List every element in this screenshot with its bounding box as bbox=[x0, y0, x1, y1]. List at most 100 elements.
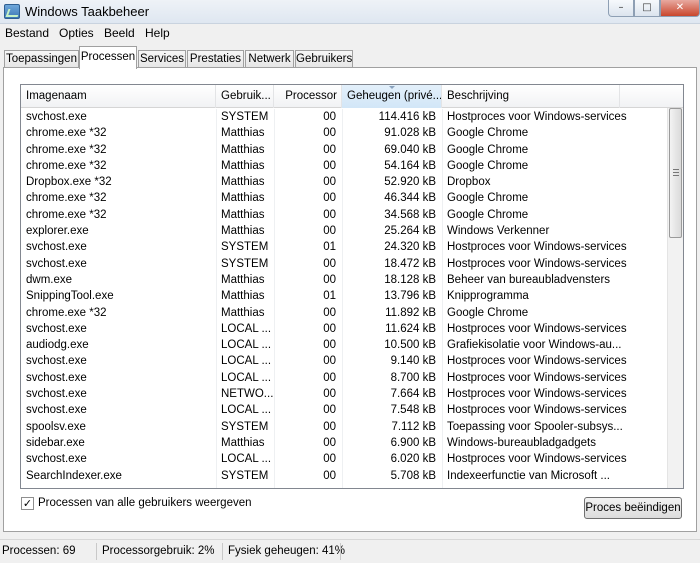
cell-processor: 00 bbox=[323, 176, 336, 189]
cell-processor: 00 bbox=[323, 306, 336, 319]
tab-services[interactable]: Services bbox=[138, 50, 186, 68]
menu-beeld[interactable]: Beeld bbox=[104, 26, 135, 40]
status-processes: Processen: 69 bbox=[2, 545, 76, 557]
cell-beschrijving: Hostproces voor Windows-services bbox=[447, 355, 627, 368]
cell-geheugen: 52.920 kB bbox=[384, 176, 436, 189]
process-row[interactable]: dwm.exe Matthias 00 18.128 kB Beheer van bur… bbox=[21, 272, 669, 288]
cell-beschrijving: Indexeerfunctie van Microsoft ... bbox=[447, 469, 610, 482]
cell-imagenaam: chrome.exe *32 bbox=[26, 208, 107, 221]
menu-opties[interactable]: Opties bbox=[59, 26, 94, 40]
process-row[interactable]: chrome.exe *32 Matthias 00 11.892 kB Google … bbox=[21, 305, 669, 321]
column-gebruiker[interactable]: Gebruik... bbox=[216, 85, 274, 108]
cell-gebruiker: LOCAL ... bbox=[221, 453, 272, 466]
process-row[interactable]: sidebar.exe Matthias 00 6.900 kB Windows-bur… bbox=[21, 435, 669, 451]
process-row[interactable]: SearchIndexer.exe SYSTEM 00 5.708 kB Indexee… bbox=[21, 468, 669, 484]
window-title: Windows Taakbeheer bbox=[25, 4, 150, 19]
status-separator bbox=[222, 543, 223, 560]
close-button[interactable]: ✕ bbox=[660, 0, 700, 17]
cell-processor: 00 bbox=[323, 257, 336, 270]
cell-geheugen: 18.472 kB bbox=[384, 257, 436, 270]
process-row[interactable]: chrome.exe *32 Matthias 00 69.040 kB Google … bbox=[21, 142, 669, 158]
process-row[interactable]: svchost.exe SYSTEM 00 114.416 kB Hostproces … bbox=[21, 109, 669, 125]
end-process-button[interactable]: Proces beëindigen bbox=[584, 497, 682, 519]
process-row[interactable]: audiodg.exe LOCAL ... 00 10.500 kB Grafiekis… bbox=[21, 337, 669, 353]
cell-processor: 00 bbox=[323, 127, 336, 140]
menu-bar: Bestand Opties Beeld Help bbox=[0, 24, 700, 44]
status-separator bbox=[96, 543, 97, 560]
process-row[interactable]: svchost.exe LOCAL ... 00 9.140 kB Hostproces… bbox=[21, 353, 669, 369]
show-all-users-checkbox[interactable]: ✓ bbox=[21, 497, 34, 510]
cell-beschrijving: Google Chrome bbox=[447, 192, 529, 205]
cell-imagenaam: sidebar.exe bbox=[26, 436, 85, 449]
cell-processor: 00 bbox=[323, 225, 336, 238]
menu-bestand[interactable]: Bestand bbox=[5, 26, 49, 40]
process-row[interactable]: chrome.exe *32 Matthias 00 54.164 kB Google … bbox=[21, 158, 669, 174]
status-separator bbox=[340, 543, 341, 560]
cell-processor: 00 bbox=[323, 388, 336, 401]
cell-processor: 00 bbox=[323, 436, 336, 449]
process-row[interactable]: svchost.exe LOCAL ... 00 7.548 kB Hostproces… bbox=[21, 402, 669, 418]
process-row[interactable]: svchost.exe SYSTEM 00 18.472 kB Hostproces v… bbox=[21, 256, 669, 272]
vertical-scrollbar[interactable] bbox=[667, 108, 683, 488]
column-geheugen[interactable]: Geheugen (privé... bbox=[342, 85, 442, 108]
column-imagenaam[interactable]: Imagenaam bbox=[21, 85, 216, 108]
cell-processor: 00 bbox=[323, 273, 336, 286]
process-row[interactable]: svchost.exe SYSTEM 01 24.320 kB Hostproces v… bbox=[21, 239, 669, 255]
process-row[interactable]: explorer.exe Matthias 00 25.264 kB Windows V… bbox=[21, 223, 669, 239]
cell-imagenaam: svchost.exe bbox=[26, 388, 87, 401]
cell-geheugen: 6.020 kB bbox=[390, 453, 436, 466]
title-bar: Windows Taakbeheer – □ ✕ bbox=[0, 0, 700, 24]
tab-toepassingen[interactable]: Toepassingen bbox=[4, 50, 79, 68]
scroll-grip-icon bbox=[673, 169, 679, 176]
cell-gebruiker: LOCAL ... bbox=[221, 339, 272, 352]
cell-gebruiker: Matthias bbox=[221, 159, 265, 172]
process-row[interactable]: svchost.exe LOCAL ... 00 6.020 kB Hostproces… bbox=[21, 451, 669, 467]
tab-gebruikers[interactable]: Gebruikers bbox=[295, 50, 353, 68]
cell-processor: 00 bbox=[323, 322, 336, 335]
show-all-users-label[interactable]: Processen van alle gebruikers weergeven bbox=[38, 497, 252, 509]
process-list[interactable]: Imagenaam Gebruik... Processor Geheugen … bbox=[20, 84, 684, 489]
cell-processor: 00 bbox=[323, 469, 336, 482]
status-physical-memory: Fysiek geheugen: 41% bbox=[228, 545, 345, 557]
cell-beschrijving: Hostproces voor Windows-services bbox=[447, 111, 627, 123]
process-row[interactable]: chrome.exe *32 Matthias 00 91.028 kB Google … bbox=[21, 125, 669, 141]
cell-imagenaam: audiodg.exe bbox=[26, 339, 89, 352]
tab-netwerk[interactable]: Netwerk bbox=[245, 50, 294, 68]
cell-gebruiker: Matthias bbox=[221, 290, 265, 303]
cell-geheugen: 69.040 kB bbox=[384, 143, 436, 156]
column-processor[interactable]: Processor bbox=[274, 85, 342, 108]
minimize-button[interactable]: – bbox=[608, 0, 634, 17]
process-row[interactable]: svchost.exe NETWO... 00 7.664 kB Hostproces … bbox=[21, 386, 669, 402]
process-row[interactable]: Dropbox.exe *32 Matthias 00 52.920 kB Dropbo… bbox=[21, 174, 669, 190]
cell-processor: 00 bbox=[323, 404, 336, 417]
task-manager-icon bbox=[4, 4, 20, 19]
process-row[interactable]: svchost.exe LOCAL ... 00 11.624 kB Hostproce… bbox=[21, 321, 669, 337]
tab-processen[interactable]: Processen bbox=[79, 46, 137, 69]
maximize-button[interactable]: □ bbox=[634, 0, 660, 17]
column-beschrijving[interactable]: Beschrijving bbox=[442, 85, 620, 108]
process-row[interactable]: SnippingTool.exe Matthias 01 13.796 kB Knipp… bbox=[21, 288, 669, 304]
process-row[interactable]: spoolsv.exe SYSTEM 00 7.112 kB Toepassing vo… bbox=[21, 419, 669, 435]
process-row[interactable]: svchost.exe LOCAL ... 00 8.700 kB Hostproces… bbox=[21, 370, 669, 386]
cell-processor: 00 bbox=[323, 159, 336, 172]
menu-help[interactable]: Help bbox=[145, 26, 170, 40]
cell-beschrijving: Dropbox bbox=[447, 176, 491, 189]
cell-geheugen: 7.112 kB bbox=[391, 420, 436, 433]
cell-imagenaam: svchost.exe bbox=[26, 453, 87, 466]
cell-geheugen: 5.708 kB bbox=[390, 469, 436, 482]
cell-processor: 00 bbox=[323, 339, 336, 352]
cell-gebruiker: SYSTEM bbox=[221, 257, 269, 270]
process-row[interactable]: chrome.exe *32 Matthias 00 46.344 kB Google … bbox=[21, 190, 669, 206]
cell-geheugen: 9.140 kB bbox=[390, 355, 436, 368]
cell-processor: 00 bbox=[323, 371, 336, 384]
scrollbar-thumb[interactable] bbox=[669, 108, 682, 238]
cell-imagenaam: svchost.exe bbox=[26, 322, 87, 335]
process-row[interactable]: chrome.exe *32 Matthias 00 34.568 kB Google … bbox=[21, 207, 669, 223]
cell-beschrijving: Windows Verkenner bbox=[447, 225, 550, 238]
tab-prestaties[interactable]: Prestaties bbox=[187, 50, 244, 68]
cell-geheugen: 7.548 kB bbox=[390, 404, 436, 417]
cell-beschrijving: Google Chrome bbox=[447, 159, 529, 172]
cell-imagenaam: svchost.exe bbox=[26, 241, 87, 254]
cell-processor: 01 bbox=[323, 241, 336, 254]
cell-imagenaam: chrome.exe *32 bbox=[26, 159, 107, 172]
